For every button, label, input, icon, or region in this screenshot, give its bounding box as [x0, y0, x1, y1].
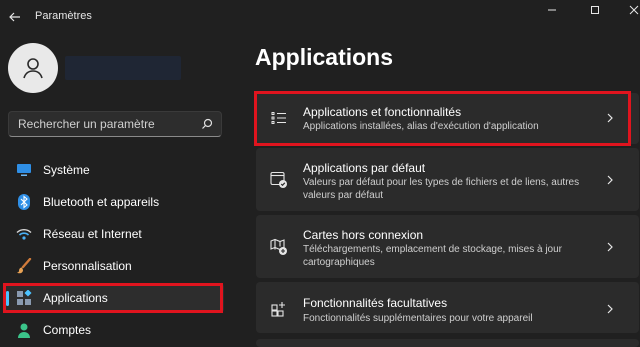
card-description: Applications installées, alias d'exécuti…	[303, 121, 539, 132]
sidebar-item-applications[interactable]: Applications	[4, 283, 224, 313]
card-cartes-hors-connexion[interactable]: Cartes hors connexion Téléchargements, e…	[256, 215, 639, 278]
sidebar-item-label: Système	[43, 163, 90, 177]
chevron-right-icon	[605, 241, 615, 253]
sidebar-item-label: Personnalisation	[43, 259, 132, 273]
main-content: Applications Applications et fonctionnal…	[236, 0, 640, 347]
card-title: Cartes hors connexion	[303, 228, 424, 242]
sidebar-item-label: Bluetooth et appareils	[43, 195, 160, 209]
card-description: Valeurs par défaut pour les types de fic…	[303, 177, 580, 201]
card-title: Applications par défaut	[303, 161, 426, 175]
card-partial	[256, 339, 639, 347]
selection-indicator	[6, 291, 9, 306]
page-title: Applications	[255, 44, 394, 70]
offline-map-icon	[270, 238, 288, 256]
sidebar-item-reseau[interactable]: Réseau et Internet	[4, 219, 224, 249]
list-icon	[270, 109, 288, 127]
bluetooth-icon	[16, 194, 32, 210]
search-input[interactable]	[9, 112, 199, 136]
search-box[interactable]	[8, 111, 222, 137]
default-app-icon	[270, 171, 288, 189]
apps-icon	[16, 290, 32, 306]
avatar[interactable]	[8, 43, 58, 93]
card-fonctionnalites-facultatives[interactable]: Fonctionnalités facultatives Fonctionnal…	[256, 282, 639, 333]
chevron-right-icon	[605, 303, 615, 315]
chevron-right-icon	[605, 112, 615, 124]
card-applications-fonctionnalites[interactable]: Applications et fonctionnalités Applicat…	[256, 93, 639, 144]
sidebar-item-systeme[interactable]: Système	[4, 155, 224, 185]
card-applications-par-defaut[interactable]: Applications par défaut Valeurs par défa…	[256, 148, 639, 211]
sidebar-item-label: Comptes	[43, 323, 92, 337]
card-description: Fonctionnalités supplémentaires pour vot…	[303, 313, 533, 324]
person-avatar-icon	[23, 58, 43, 79]
sidebar-item-bluetooth[interactable]: Bluetooth et appareils	[4, 187, 224, 217]
card-title: Fonctionnalités facultatives	[303, 296, 448, 310]
sidebar-item-label: Réseau et Internet	[43, 227, 142, 241]
grid-plus-icon	[270, 300, 288, 318]
chevron-right-icon	[605, 174, 615, 186]
sidebar-item-label: Applications	[43, 291, 108, 305]
user-name-redacted	[65, 56, 181, 80]
person-icon	[16, 322, 32, 338]
back-button[interactable]	[6, 8, 24, 26]
card-title: Applications et fonctionnalités	[303, 105, 462, 119]
card-description: Téléchargements, emplacement de stockage…	[303, 244, 563, 268]
brush-icon	[16, 258, 32, 274]
sidebar: Système Bluetooth et appareils Réseau et…	[0, 32, 236, 347]
back-arrow-icon	[9, 12, 20, 22]
window-title: Paramètres	[35, 10, 92, 22]
wifi-icon	[16, 226, 32, 242]
sidebar-item-personnalisation[interactable]: Personnalisation	[4, 251, 224, 281]
monitor-icon	[16, 162, 32, 178]
sidebar-item-comptes[interactable]: Comptes	[4, 315, 224, 345]
search-icon[interactable]	[200, 117, 214, 131]
